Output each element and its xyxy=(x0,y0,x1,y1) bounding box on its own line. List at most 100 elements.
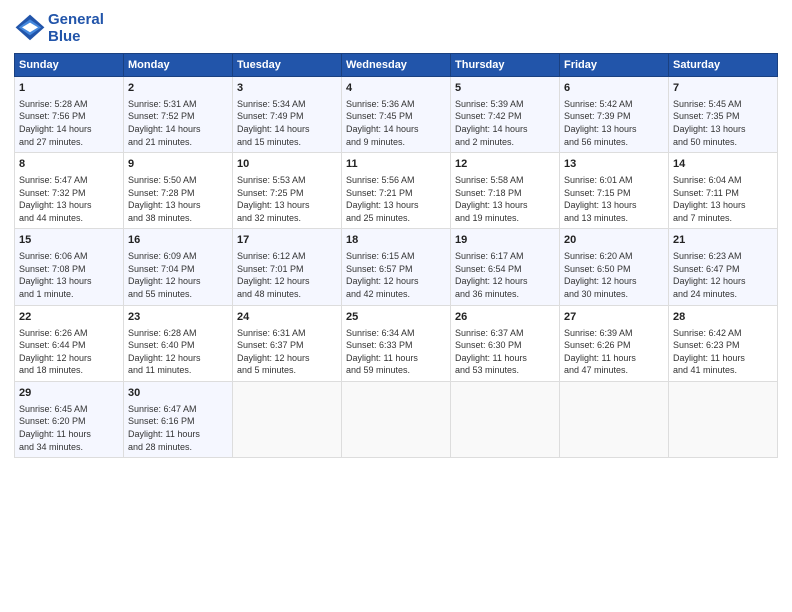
day-info: Sunrise: 6:12 AM Sunset: 7:01 PM Dayligh… xyxy=(237,250,337,300)
day-cell xyxy=(560,381,669,457)
week-row-3: 15 Sunrise: 6:06 AM Sunset: 7:08 PM Dayli… xyxy=(15,229,778,305)
day-number: 22 xyxy=(19,310,119,325)
day-number: 8 xyxy=(19,157,119,172)
day-info: Sunrise: 5:34 AM Sunset: 7:49 PM Dayligh… xyxy=(237,98,337,148)
page: General Blue SundayMondayTuesdayWednesda… xyxy=(0,0,792,612)
day-info: Sunrise: 6:23 AM Sunset: 6:47 PM Dayligh… xyxy=(673,250,773,300)
day-info: Sunrise: 5:53 AM Sunset: 7:25 PM Dayligh… xyxy=(237,174,337,224)
day-number: 15 xyxy=(19,233,119,248)
day-number: 19 xyxy=(455,233,555,248)
day-cell: 14 Sunrise: 6:04 AM Sunset: 7:11 PM Dayli… xyxy=(669,153,778,229)
col-header-wednesday: Wednesday xyxy=(342,54,451,77)
day-cell: 21 Sunrise: 6:23 AM Sunset: 6:47 PM Dayli… xyxy=(669,229,778,305)
day-cell: 29 Sunrise: 6:45 AM Sunset: 6:20 PM Dayli… xyxy=(15,381,124,457)
day-number: 26 xyxy=(455,310,555,325)
day-number: 18 xyxy=(346,233,446,248)
col-header-monday: Monday xyxy=(124,54,233,77)
day-info: Sunrise: 6:20 AM Sunset: 6:50 PM Dayligh… xyxy=(564,250,664,300)
day-number: 20 xyxy=(564,233,664,248)
day-number: 5 xyxy=(455,81,555,96)
logo: General Blue xyxy=(14,12,104,45)
day-info: Sunrise: 6:42 AM Sunset: 6:23 PM Dayligh… xyxy=(673,327,773,377)
day-info: Sunrise: 5:36 AM Sunset: 7:45 PM Dayligh… xyxy=(346,98,446,148)
day-cell: 19 Sunrise: 6:17 AM Sunset: 6:54 PM Dayli… xyxy=(451,229,560,305)
day-number: 14 xyxy=(673,157,773,172)
day-cell: 9 Sunrise: 5:50 AM Sunset: 7:28 PM Daylig… xyxy=(124,153,233,229)
header: General Blue xyxy=(14,12,778,45)
day-cell: 15 Sunrise: 6:06 AM Sunset: 7:08 PM Dayli… xyxy=(15,229,124,305)
day-info: Sunrise: 5:56 AM Sunset: 7:21 PM Dayligh… xyxy=(346,174,446,224)
col-header-tuesday: Tuesday xyxy=(233,54,342,77)
day-number: 6 xyxy=(564,81,664,96)
col-header-friday: Friday xyxy=(560,54,669,77)
day-number: 25 xyxy=(346,310,446,325)
day-number: 17 xyxy=(237,233,337,248)
day-cell: 11 Sunrise: 5:56 AM Sunset: 7:21 PM Dayli… xyxy=(342,153,451,229)
day-cell: 10 Sunrise: 5:53 AM Sunset: 7:25 PM Dayli… xyxy=(233,153,342,229)
day-number: 23 xyxy=(128,310,228,325)
day-info: Sunrise: 6:37 AM Sunset: 6:30 PM Dayligh… xyxy=(455,327,555,377)
week-row-4: 22 Sunrise: 6:26 AM Sunset: 6:44 PM Dayli… xyxy=(15,305,778,381)
day-info: Sunrise: 6:01 AM Sunset: 7:15 PM Dayligh… xyxy=(564,174,664,224)
col-header-thursday: Thursday xyxy=(451,54,560,77)
day-info: Sunrise: 6:28 AM Sunset: 6:40 PM Dayligh… xyxy=(128,327,228,377)
day-number: 3 xyxy=(237,81,337,96)
day-cell: 4Sunrise: 5:36 AM Sunset: 7:45 PM Daylig… xyxy=(342,77,451,153)
week-row-2: 8 Sunrise: 5:47 AM Sunset: 7:32 PM Daylig… xyxy=(15,153,778,229)
day-info: Sunrise: 5:31 AM Sunset: 7:52 PM Dayligh… xyxy=(128,98,228,148)
day-cell: 20 Sunrise: 6:20 AM Sunset: 6:50 PM Dayli… xyxy=(560,229,669,305)
day-cell: 24 Sunrise: 6:31 AM Sunset: 6:37 PM Dayli… xyxy=(233,305,342,381)
day-number: 28 xyxy=(673,310,773,325)
day-cell: 8 Sunrise: 5:47 AM Sunset: 7:32 PM Daylig… xyxy=(15,153,124,229)
day-cell: 25Sunrise: 6:34 AM Sunset: 6:33 PM Dayli… xyxy=(342,305,451,381)
day-cell xyxy=(451,381,560,457)
day-info: Sunrise: 5:50 AM Sunset: 7:28 PM Dayligh… xyxy=(128,174,228,224)
day-number: 11 xyxy=(346,157,446,172)
day-cell: 17 Sunrise: 6:12 AM Sunset: 7:01 PM Dayli… xyxy=(233,229,342,305)
day-number: 21 xyxy=(673,233,773,248)
logo-icon xyxy=(14,13,46,45)
day-info: Sunrise: 6:39 AM Sunset: 6:26 PM Dayligh… xyxy=(564,327,664,377)
day-info: Sunrise: 6:09 AM Sunset: 7:04 PM Dayligh… xyxy=(128,250,228,300)
day-cell: 22 Sunrise: 6:26 AM Sunset: 6:44 PM Dayli… xyxy=(15,305,124,381)
day-number: 24 xyxy=(237,310,337,325)
day-number: 10 xyxy=(237,157,337,172)
day-info: Sunrise: 6:15 AM Sunset: 6:57 PM Dayligh… xyxy=(346,250,446,300)
day-number: 12 xyxy=(455,157,555,172)
day-cell xyxy=(233,381,342,457)
day-cell: 27Sunrise: 6:39 AM Sunset: 6:26 PM Dayli… xyxy=(560,305,669,381)
col-header-saturday: Saturday xyxy=(669,54,778,77)
day-cell: 5Sunrise: 5:39 AM Sunset: 7:42 PM Daylig… xyxy=(451,77,560,153)
day-cell: 7Sunrise: 5:45 AM Sunset: 7:35 PM Daylig… xyxy=(669,77,778,153)
day-info: Sunrise: 6:47 AM Sunset: 6:16 PM Dayligh… xyxy=(128,403,228,453)
day-cell: 26 Sunrise: 6:37 AM Sunset: 6:30 PM Dayli… xyxy=(451,305,560,381)
calendar-table: SundayMondayTuesdayWednesdayThursdayFrid… xyxy=(14,53,778,458)
day-info: Sunrise: 6:17 AM Sunset: 6:54 PM Dayligh… xyxy=(455,250,555,300)
col-header-sunday: Sunday xyxy=(15,54,124,77)
day-number: 1 xyxy=(19,81,119,96)
day-cell: 30Sunrise: 6:47 AM Sunset: 6:16 PM Dayli… xyxy=(124,381,233,457)
day-info: Sunrise: 6:31 AM Sunset: 6:37 PM Dayligh… xyxy=(237,327,337,377)
day-cell xyxy=(342,381,451,457)
day-number: 29 xyxy=(19,386,119,401)
day-number: 16 xyxy=(128,233,228,248)
day-info: Sunrise: 5:58 AM Sunset: 7:18 PM Dayligh… xyxy=(455,174,555,224)
day-info: Sunrise: 5:42 AM Sunset: 7:39 PM Dayligh… xyxy=(564,98,664,148)
day-number: 13 xyxy=(564,157,664,172)
day-info: Sunrise: 6:45 AM Sunset: 6:20 PM Dayligh… xyxy=(19,403,119,453)
day-cell: 1Sunrise: 5:28 AM Sunset: 7:56 PM Daylig… xyxy=(15,77,124,153)
day-cell: 28 Sunrise: 6:42 AM Sunset: 6:23 PM Dayli… xyxy=(669,305,778,381)
week-row-5: 29 Sunrise: 6:45 AM Sunset: 6:20 PM Dayli… xyxy=(15,381,778,457)
header-row: SundayMondayTuesdayWednesdayThursdayFrid… xyxy=(15,54,778,77)
day-cell: 13 Sunrise: 6:01 AM Sunset: 7:15 PM Dayli… xyxy=(560,153,669,229)
day-cell xyxy=(669,381,778,457)
day-cell: 16 Sunrise: 6:09 AM Sunset: 7:04 PM Dayli… xyxy=(124,229,233,305)
day-info: Sunrise: 6:26 AM Sunset: 6:44 PM Dayligh… xyxy=(19,327,119,377)
day-info: Sunrise: 5:47 AM Sunset: 7:32 PM Dayligh… xyxy=(19,174,119,224)
logo-text: General Blue xyxy=(48,12,104,45)
day-number: 7 xyxy=(673,81,773,96)
week-row-1: 1Sunrise: 5:28 AM Sunset: 7:56 PM Daylig… xyxy=(15,77,778,153)
day-number: 9 xyxy=(128,157,228,172)
day-info: Sunrise: 6:04 AM Sunset: 7:11 PM Dayligh… xyxy=(673,174,773,224)
day-info: Sunrise: 6:06 AM Sunset: 7:08 PM Dayligh… xyxy=(19,250,119,300)
